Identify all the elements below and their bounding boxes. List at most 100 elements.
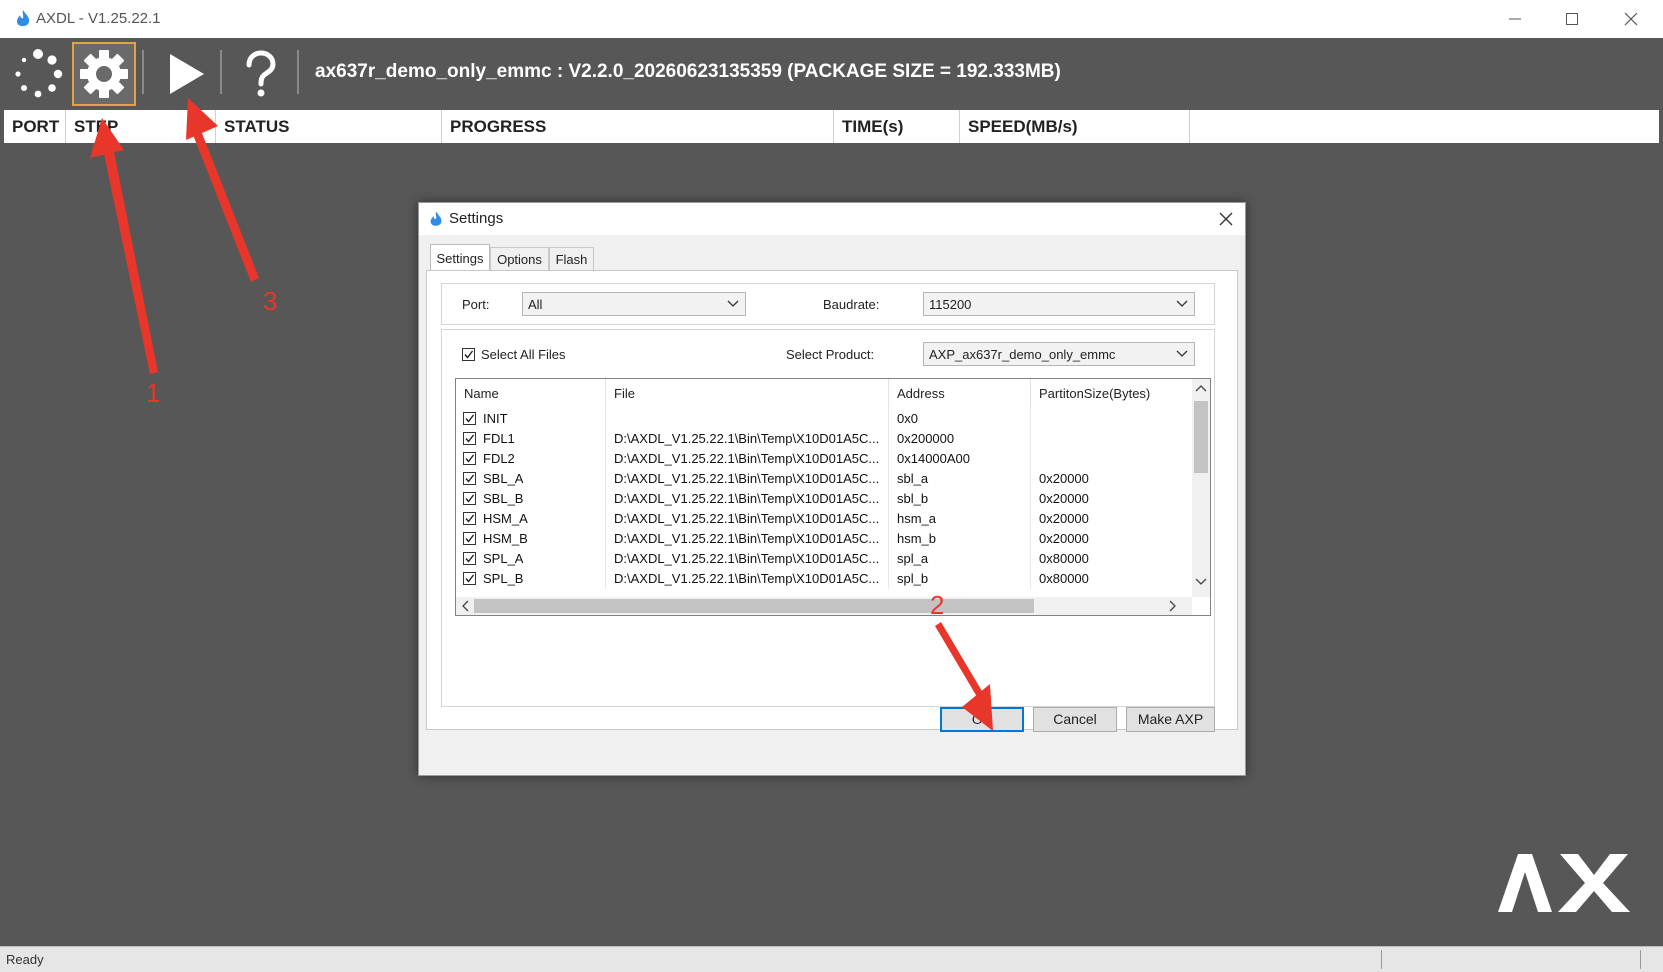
close-button[interactable] [1603,0,1659,38]
column-time[interactable]: TIME(s) [834,110,960,143]
column-partition-size[interactable]: PartitonSize(Bytes) [1031,379,1174,409]
settings-button[interactable] [72,42,136,106]
file-checkbox[interactable] [463,412,476,425]
file-name: SPL_A [483,551,524,566]
file-row[interactable]: SBL_A D:\AXDL_V1.25.22.1\Bin\Temp\X10D01A… [456,469,1174,489]
file-row[interactable]: SPL_A D:\AXDL_V1.25.22.1\Bin\Temp\X10D01A… [456,549,1174,569]
file-address-cell: 0x200000 [889,429,1031,449]
annotation-label-3: 3 [263,286,278,316]
loading-button[interactable] [6,42,70,106]
column-name[interactable]: Name [456,379,606,409]
file-name-cell: SPL_A [456,549,606,569]
toolbar-separator [297,50,299,94]
file-size-cell [1031,449,1174,469]
loading-icon [15,49,63,98]
chevron-left-icon[interactable] [460,600,470,612]
title-bar: AXDL - V1.25.22.1 [0,0,1663,39]
file-name-cell: SPL_B [456,569,606,589]
select-all-checkbox[interactable] [462,348,475,361]
column-file[interactable]: File [606,379,889,409]
file-checkbox[interactable] [463,432,476,445]
file-name-cell: FDL1 [456,429,606,449]
file-address-cell: spl_b [889,569,1031,589]
chevron-down-icon [1176,300,1188,307]
file-row[interactable]: FDL2 D:\AXDL_V1.25.22.1\Bin\Temp\X10D01A5… [456,449,1174,469]
checkmark-icon [465,514,475,523]
file-list[interactable]: Name File Address PartitonSize(Bytes) IN… [455,378,1211,616]
file-address-cell: 0x0 [889,409,1031,429]
ok-button[interactable]: OK [940,707,1024,732]
column-step[interactable]: STEP [66,110,216,143]
toolbar: ax637r_demo_only_emmc : V2.2.0_202606231… [0,38,1663,110]
baudrate-value: 115200 [929,297,972,312]
start-button[interactable] [152,42,216,106]
horizontal-scrollbar[interactable] [456,597,1192,615]
file-name: HSM_A [483,511,528,526]
vertical-scroll-thumb[interactable] [1194,401,1208,473]
minimize-button[interactable] [1487,0,1543,38]
dialog-title-bar: Settings [419,203,1245,235]
column-address[interactable]: Address [889,379,1031,409]
file-size-cell: 0x20000 [1039,471,1089,486]
annotation-label-1: 1 [146,378,161,408]
vertical-scrollbar[interactable] [1192,379,1210,597]
settings-dialog: Settings Settings Options Flash Port: Al… [418,202,1246,776]
file-row[interactable]: SPL_B D:\AXDL_V1.25.22.1\Bin\Temp\X10D01A… [456,569,1174,589]
file-checkbox[interactable] [463,572,476,585]
baudrate-label: Baudrate: [823,297,880,312]
tab-settings[interactable]: Settings [430,244,490,271]
chevron-down-icon[interactable] [1195,577,1207,587]
file-checkbox[interactable] [463,452,476,465]
checkmark-icon [465,494,475,503]
column-progress[interactable]: PROGRESS [442,110,834,143]
tab-options[interactable]: Options [490,247,549,271]
file-row[interactable]: FDL1 D:\AXDL_V1.25.22.1\Bin\Temp\X10D01A5… [456,429,1174,449]
file-size-cell [1031,429,1174,449]
make-axp-button[interactable]: Make AXP [1126,707,1215,732]
file-path-cell [606,409,889,429]
file-size-cell: 0x20000 [1039,531,1089,546]
file-row[interactable]: INIT 0x0 [456,409,1174,429]
status-bar: Ready [0,946,1663,972]
help-button[interactable] [228,42,292,106]
file-name: SPL_B [483,571,524,586]
file-size-cell: 0x20000 [1039,491,1089,506]
file-checkbox[interactable] [463,532,476,545]
file-path-cell: D:\AXDL_V1.25.22.1\Bin\Temp\X10D01A5C... [606,569,889,589]
file-name: SBL_A [483,471,524,486]
file-checkbox[interactable] [463,512,476,525]
close-icon [1624,12,1638,26]
file-checkbox[interactable] [463,492,476,505]
column-status[interactable]: STATUS [216,110,442,143]
baudrate-select[interactable]: 115200 [923,292,1195,316]
port-select[interactable]: All [522,292,746,316]
file-name: FDL2 [483,451,515,466]
file-checkbox[interactable] [463,472,476,485]
file-checkbox[interactable] [463,552,476,565]
file-name: FDL1 [483,431,515,446]
product-value: AXP_ax637r_demo_only_emmc [929,347,1116,362]
column-speed[interactable]: SPEED(MB/s) [960,110,1190,143]
select-all-label: Select All Files [481,347,566,362]
chevron-up-icon[interactable] [1195,383,1207,393]
file-name: SBL_B [483,491,524,506]
cancel-button[interactable]: Cancel [1033,707,1117,732]
checkmark-icon [465,534,475,543]
file-row[interactable]: SBL_B D:\AXDL_V1.25.22.1\Bin\Temp\X10D01A… [456,489,1174,509]
horizontal-scroll-thumb[interactable] [474,599,1034,613]
dialog-close-button[interactable] [1213,207,1239,231]
column-port[interactable]: PORT [4,110,66,143]
tab-flash[interactable]: Flash [549,247,594,271]
maximize-button[interactable] [1544,0,1600,38]
maximize-icon [1566,13,1578,25]
file-row[interactable]: HSM_B D:\AXDL_V1.25.22.1\Bin\Temp\X10D01A… [456,529,1174,549]
file-size-cell: 0x80000 [1039,571,1089,586]
file-path-cell: D:\AXDL_V1.25.22.1\Bin\Temp\X10D01A5C... [606,549,889,569]
file-name: HSM_B [483,531,528,546]
port-label: Port: [462,297,490,312]
product-select[interactable]: AXP_ax637r_demo_only_emmc [923,342,1195,366]
chevron-right-icon[interactable] [1168,600,1178,612]
file-row[interactable]: HSM_A D:\AXDL_V1.25.22.1\Bin\Temp\X10D01A… [456,509,1174,529]
flame-logo-icon [430,211,442,226]
file-path-cell: D:\AXDL_V1.25.22.1\Bin\Temp\X10D01A5C... [606,509,889,529]
